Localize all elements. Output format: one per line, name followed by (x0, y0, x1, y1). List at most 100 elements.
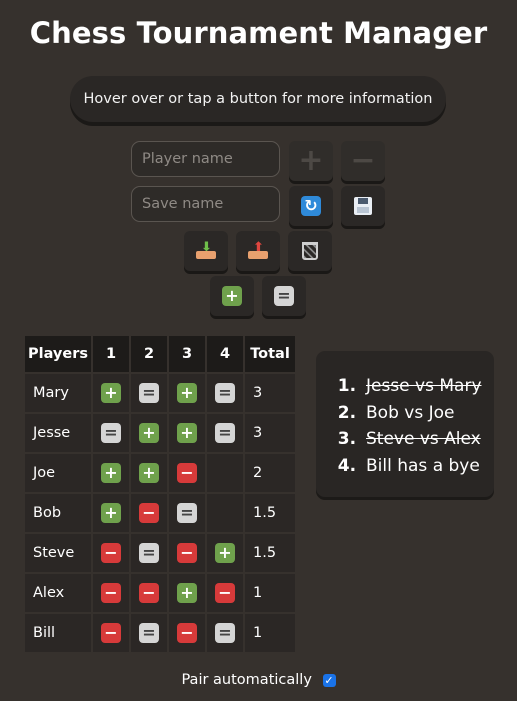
player-total: 1.5 (243, 532, 297, 574)
draw-icon[interactable]: = (139, 623, 159, 643)
pairings-panel: Jesse vs Mary Bob vs Joe Steve vs Alex Bill… (316, 351, 494, 497)
col-round-1: 1 (91, 334, 131, 374)
result-cell[interactable]: − (91, 612, 131, 654)
minus-icon: − (350, 143, 376, 178)
player-total: 1 (243, 572, 297, 614)
result-cell[interactable]: − (167, 532, 207, 574)
result-cell[interactable]: + (91, 452, 131, 494)
result-cell[interactable]: − (129, 492, 169, 534)
table-row: Steve − = − +1.5 (23, 532, 297, 574)
loss-icon[interactable]: − (215, 583, 235, 603)
win-icon[interactable]: + (215, 543, 235, 563)
player-name[interactable]: Bill (23, 612, 93, 654)
result-cell[interactable]: − (167, 452, 207, 494)
result-cell[interactable]: = (129, 372, 169, 414)
draw-icon[interactable]: = (139, 383, 159, 403)
result-cell[interactable]: − (167, 612, 207, 654)
draw-icon[interactable]: = (101, 423, 121, 443)
table-row: Alex − − + −1 (23, 572, 297, 614)
remove-round-button[interactable]: = (262, 276, 306, 316)
result-cell[interactable]: = (167, 492, 207, 534)
draw-icon[interactable]: = (215, 383, 235, 403)
pairing-item[interactable]: Bill has a bye (362, 453, 494, 480)
player-total: 2 (243, 452, 297, 494)
result-cell[interactable]: + (205, 532, 245, 574)
draw-icon[interactable]: = (139, 543, 159, 563)
pairing-item[interactable]: Bob vs Joe (362, 400, 494, 427)
auto-pair-label: Pair automatically (181, 672, 312, 688)
draw-icon[interactable]: = (215, 423, 235, 443)
remove-player-button[interactable]: − (341, 141, 385, 181)
loss-icon[interactable]: − (101, 543, 121, 563)
result-cell[interactable]: + (167, 572, 207, 614)
player-name[interactable]: Bob (23, 492, 93, 534)
result-cell[interactable]: + (167, 372, 207, 414)
win-icon[interactable]: + (139, 463, 159, 483)
standings-header-row: Players 1 2 3 4 Total (23, 334, 297, 374)
win-icon[interactable]: + (177, 383, 197, 403)
loss-icon[interactable]: − (177, 463, 197, 483)
upload-button[interactable]: ⬆ (236, 231, 280, 271)
result-cell[interactable]: + (167, 412, 207, 454)
player-name[interactable]: Alex (23, 572, 93, 614)
player-name[interactable]: Steve (23, 532, 93, 574)
floppy-disk-icon (354, 197, 372, 215)
loss-icon[interactable]: − (177, 543, 197, 563)
loss-icon[interactable]: − (139, 503, 159, 523)
result-cell[interactable]: − (129, 572, 169, 614)
pairing-item[interactable]: Steve vs Alex (362, 426, 494, 453)
player-total: 1 (243, 612, 297, 654)
player-name-input[interactable] (131, 141, 280, 177)
result-cell[interactable]: = (205, 372, 245, 414)
pairing-text: Jesse vs Mary (366, 376, 482, 396)
loss-icon[interactable]: − (101, 623, 121, 643)
player-total: 1.5 (243, 492, 297, 534)
result-cell[interactable]: − (205, 572, 245, 614)
add-player-button[interactable]: + (289, 141, 333, 181)
result-cell[interactable]: + (91, 372, 131, 414)
refresh-icon: ↻ (301, 196, 321, 216)
draw-icon[interactable]: = (215, 623, 235, 643)
auto-pair-checkbox[interactable]: ✓ (322, 673, 336, 687)
result-cell (205, 452, 245, 494)
win-icon[interactable]: + (139, 423, 159, 443)
save-button[interactable] (341, 186, 385, 226)
player-name[interactable]: Joe (23, 452, 93, 494)
loss-icon[interactable]: − (139, 583, 159, 603)
table-row: Bill − = − = 1 (23, 612, 297, 654)
player-total: 3 (243, 372, 297, 414)
pairing-item[interactable]: Jesse vs Mary (362, 373, 494, 400)
refresh-button[interactable]: ↻ (289, 186, 333, 226)
download-button[interactable]: ⬇ (184, 231, 228, 271)
player-name[interactable]: Mary (23, 372, 93, 414)
loss-icon[interactable]: − (101, 583, 121, 603)
delete-button[interactable] (288, 231, 332, 271)
result-cell[interactable]: − (91, 572, 131, 614)
player-name[interactable]: Jesse (23, 412, 93, 454)
add-round-button[interactable]: + (210, 276, 254, 316)
win-icon[interactable]: + (101, 463, 121, 483)
result-cell[interactable]: = (129, 612, 169, 654)
result-cell[interactable]: = (129, 532, 169, 574)
win-icon[interactable]: + (101, 503, 121, 523)
win-icon[interactable]: + (177, 583, 197, 603)
win-icon[interactable]: + (177, 423, 197, 443)
pairings-list: Jesse vs Mary Bob vs Joe Steve vs Alex Bill… (316, 351, 494, 479)
draw-icon[interactable]: = (177, 503, 197, 523)
result-cell[interactable]: = (205, 612, 245, 654)
col-total: Total (243, 334, 297, 374)
result-cell[interactable]: = (91, 412, 131, 454)
result-cell[interactable]: = (205, 412, 245, 454)
result-cell[interactable]: + (91, 492, 131, 534)
pairing-text: Steve vs Alex (366, 429, 481, 449)
result-cell[interactable]: + (129, 452, 169, 494)
result-cell[interactable]: − (91, 532, 131, 574)
loss-icon[interactable]: − (177, 623, 197, 643)
result-cell[interactable]: + (129, 412, 169, 454)
equals-square-icon: = (274, 286, 294, 306)
player-total: 3 (243, 412, 297, 454)
win-icon[interactable]: + (101, 383, 121, 403)
plus-icon: + (298, 143, 324, 178)
app-title: Chess Tournament Manager (29, 16, 488, 50)
save-name-input[interactable] (131, 186, 280, 222)
